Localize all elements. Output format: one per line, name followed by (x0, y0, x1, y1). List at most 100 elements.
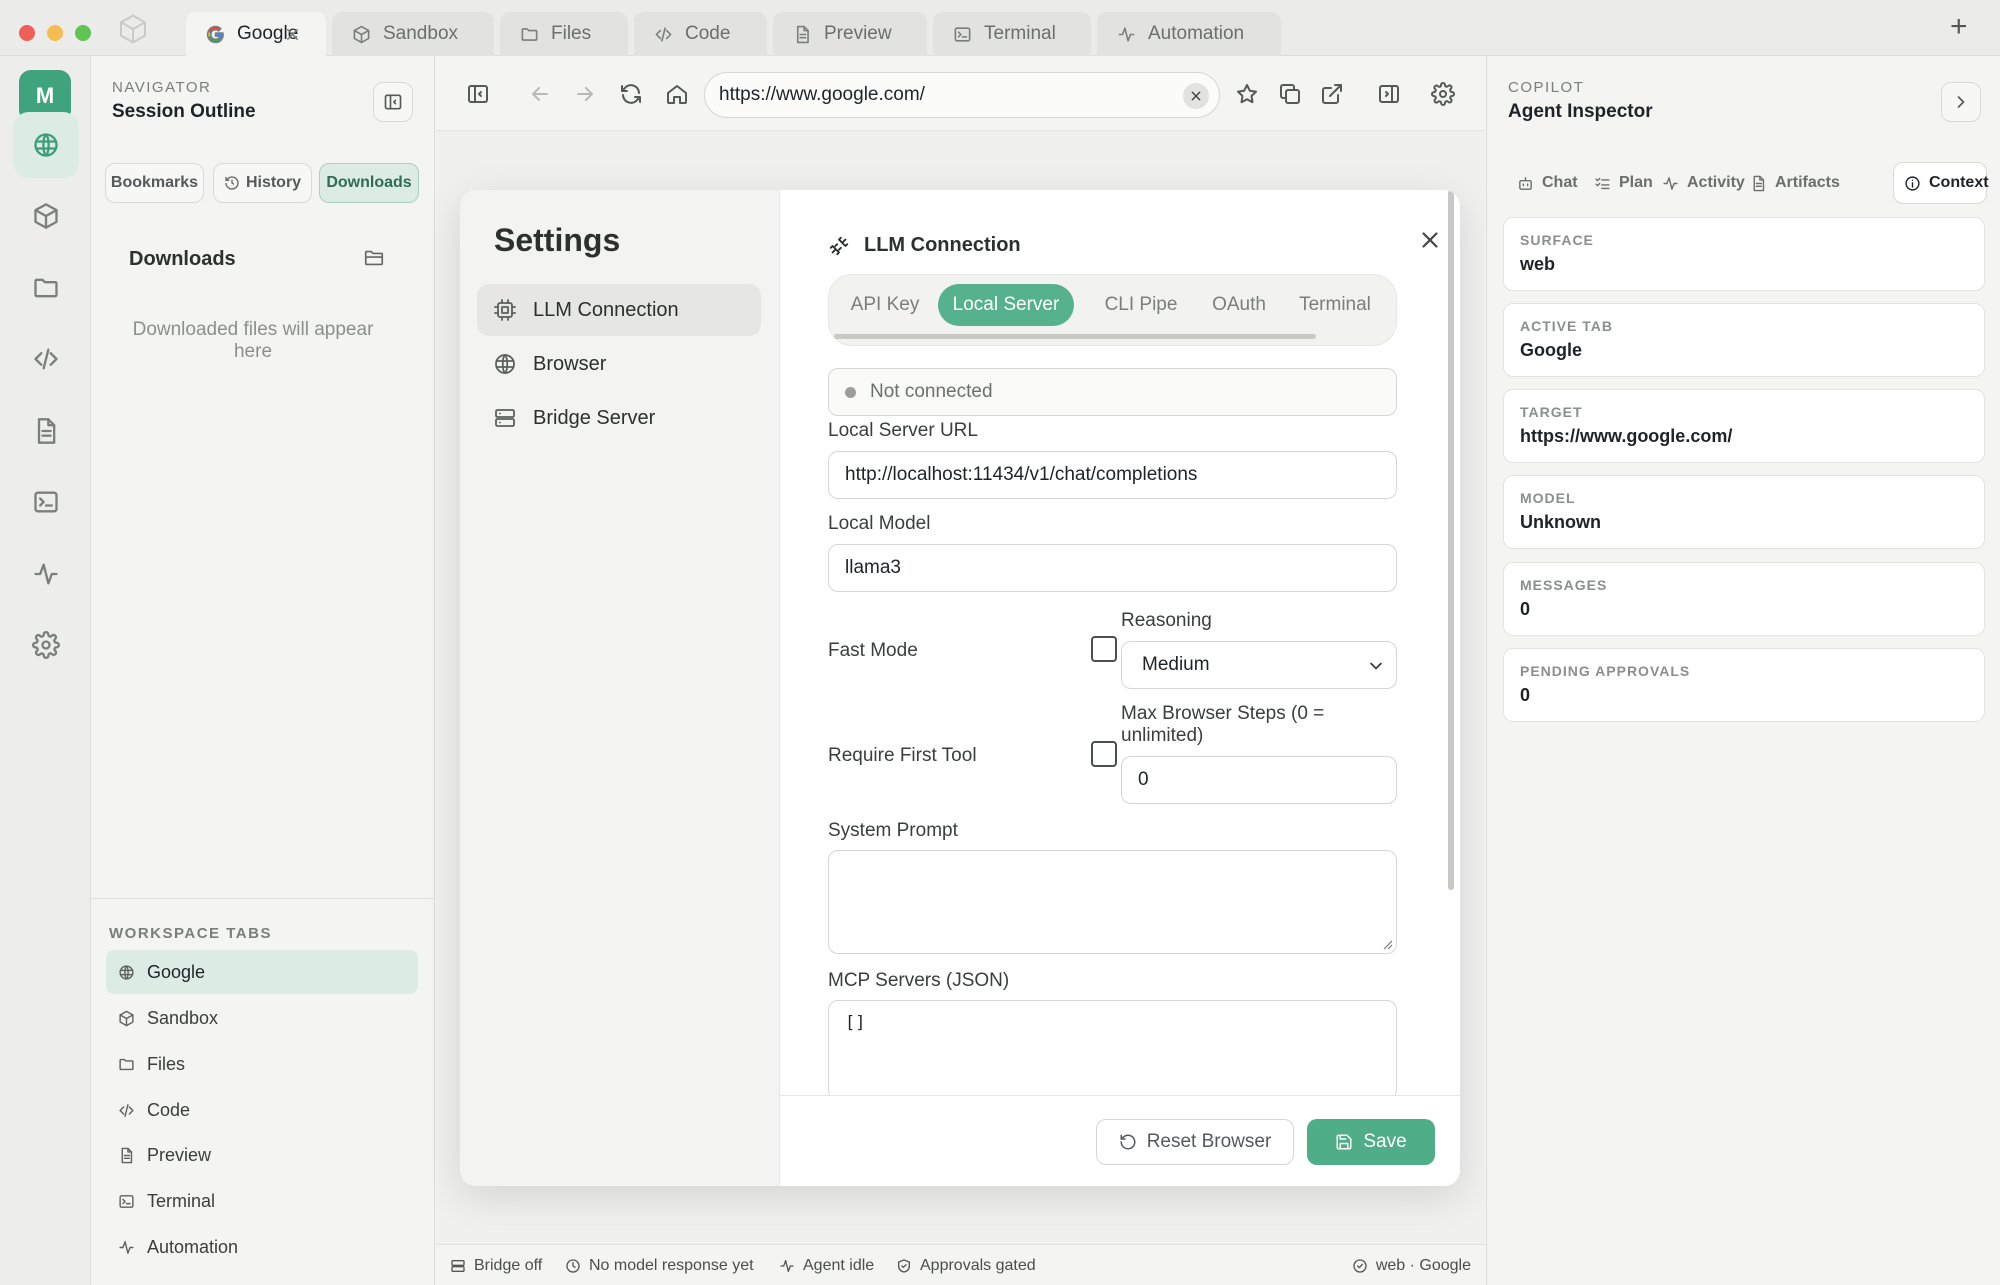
url-text: https://www.google.com/ (719, 84, 925, 105)
workspace-tab-google[interactable]: Google (106, 950, 418, 994)
card-value: 0 (1520, 599, 1531, 619)
settings-nav-label: Bridge Server (533, 406, 656, 429)
copilot-tab-artifacts[interactable]: Artifacts (1740, 162, 1850, 204)
tab-terminal[interactable]: Terminal (933, 12, 1091, 56)
mode-terminal[interactable]: Terminal (1284, 284, 1386, 326)
rail-files-button[interactable] (13, 255, 79, 321)
folder-open-icon (363, 247, 385, 269)
tab-files[interactable]: Files (500, 12, 628, 56)
tab-code[interactable]: Code (634, 12, 767, 56)
document-icon (793, 25, 824, 44)
new-tab-button[interactable]: + (1950, 12, 1968, 42)
bookmark-button[interactable] (1231, 78, 1263, 110)
toggle-sidebar-button[interactable] (462, 78, 494, 110)
reset-browser-button[interactable]: Reset Browser (1096, 1119, 1294, 1165)
open-downloads-folder-button[interactable] (363, 247, 385, 269)
workspace-tab-terminal[interactable]: Terminal (106, 1179, 418, 1223)
connection-status-text: Not connected (870, 381, 993, 402)
mode-api-key[interactable]: API Key (840, 284, 930, 326)
tab-preview[interactable]: Preview (773, 12, 927, 56)
rail-preview-button[interactable] (13, 398, 79, 464)
status-approvals-text: Approvals gated (920, 1256, 1036, 1274)
settings-nav-bridge-server[interactable]: Bridge Server (477, 392, 761, 444)
local-model-value: llama3 (845, 557, 901, 578)
workspace-tab-files[interactable]: Files (106, 1042, 418, 1086)
address-bar[interactable]: https://www.google.com/ (704, 72, 1220, 118)
system-prompt-textarea[interactable] (828, 850, 1397, 954)
mode-local-server[interactable]: Local Server (938, 284, 1074, 326)
local-server-url-input[interactable]: http://localhost:11434/v1/chat/completio… (828, 451, 1397, 499)
tab-label: Code (685, 23, 731, 44)
card-value: Google (1520, 340, 1582, 360)
status-approvals: Approvals gated (896, 1245, 1036, 1285)
rail-automation-button[interactable] (13, 541, 79, 607)
resize-handle-icon[interactable] (1383, 940, 1393, 950)
copilot-tab-context[interactable]: Context (1893, 162, 1989, 204)
max-steps-input[interactable]: 0 (1121, 756, 1397, 804)
status-dot-icon (845, 386, 856, 398)
rail-browser-button[interactable] (13, 112, 79, 178)
reasoning-select[interactable]: Medium (1121, 641, 1397, 689)
reload-button[interactable] (615, 78, 647, 110)
chevron-down-icon (1366, 656, 1386, 676)
maximize-window-button[interactable] (75, 25, 91, 41)
copilot-tab-plan[interactable]: Plan (1584, 162, 1663, 204)
workspace-tab-sandbox[interactable]: Sandbox (106, 996, 418, 1040)
rail-terminal-button[interactable] (13, 469, 79, 535)
forward-button[interactable] (569, 78, 601, 110)
duplicate-tab-button[interactable] (1274, 78, 1306, 110)
copilot-panel: COPILOT Agent Inspector Chat Plan Activi… (1486, 56, 2000, 1285)
collapse-copilot-button[interactable] (1941, 82, 1981, 122)
browser-settings-button[interactable] (1427, 78, 1459, 110)
copilot-tab-chat[interactable]: Chat (1507, 162, 1588, 204)
toggle-copilot-button[interactable] (1373, 78, 1405, 110)
workspace-tab-code[interactable]: Code (106, 1088, 418, 1132)
rail-settings-button[interactable] (13, 612, 79, 678)
workspace-heading: WORKSPACE TABS (109, 925, 272, 942)
workspace-tab-preview[interactable]: Preview (106, 1133, 418, 1177)
gear-icon (32, 631, 60, 659)
mcp-servers-textarea[interactable]: [] (828, 1000, 1397, 1100)
sidebar-left-icon (466, 82, 490, 106)
status-bridge: Bridge off (450, 1245, 542, 1285)
tab-sandbox[interactable]: Sandbox (332, 12, 494, 56)
settings-title: Settings (494, 222, 621, 258)
mode-cli-pipe[interactable]: CLI Pipe (1082, 284, 1200, 326)
close-dialog-button[interactable] (1417, 227, 1443, 253)
require-first-tool-checkbox[interactable] (1091, 741, 1117, 767)
mode-scrollbar[interactable] (834, 334, 1316, 339)
card-key: MODEL (1520, 490, 1576, 506)
document-icon (1750, 175, 1775, 192)
tab-automation[interactable]: Automation (1097, 12, 1281, 56)
context-card-active-tab: ACTIVE TAB Google (1503, 303, 1985, 377)
back-button[interactable] (524, 78, 556, 110)
rail-sandbox-button[interactable] (13, 183, 79, 249)
tab-google[interactable]: Google (186, 12, 326, 56)
pill-downloads[interactable]: Downloads (319, 163, 419, 203)
local-model-input[interactable]: llama3 (828, 544, 1397, 592)
mcp-servers-label: MCP Servers (JSON) (828, 970, 1010, 991)
workspace-tab-automation[interactable]: Automation (106, 1225, 418, 1269)
clear-url-button[interactable] (1183, 83, 1209, 109)
save-button[interactable]: Save (1307, 1119, 1435, 1165)
status-model-text: No model response yet (589, 1256, 754, 1274)
workspace-tab-label: Google (147, 961, 206, 982)
collapse-navigator-button[interactable] (373, 82, 413, 122)
settings-nav-llm-connection[interactable]: LLM Connection (477, 284, 761, 336)
open-external-button[interactable] (1316, 78, 1348, 110)
pill-label: History (245, 174, 302, 191)
pill-bookmarks[interactable]: Bookmarks (105, 163, 204, 203)
pill-history[interactable]: History (213, 163, 312, 203)
rail-code-button[interactable] (13, 326, 79, 392)
close-window-button[interactable] (19, 25, 35, 41)
minimize-window-button[interactable] (47, 25, 63, 41)
fast-mode-checkbox[interactable] (1091, 636, 1117, 662)
settings-nav-browser[interactable]: Browser (477, 338, 761, 390)
mode-oauth[interactable]: OAuth (1202, 284, 1276, 326)
navigator-title: Session Outline (112, 101, 256, 122)
home-button[interactable] (661, 78, 693, 110)
close-tab-icon[interactable] (283, 25, 314, 44)
settings-scrollbar[interactable] (1448, 190, 1454, 890)
globe-icon (32, 131, 60, 159)
context-card-model: MODEL Unknown (1503, 475, 1985, 549)
